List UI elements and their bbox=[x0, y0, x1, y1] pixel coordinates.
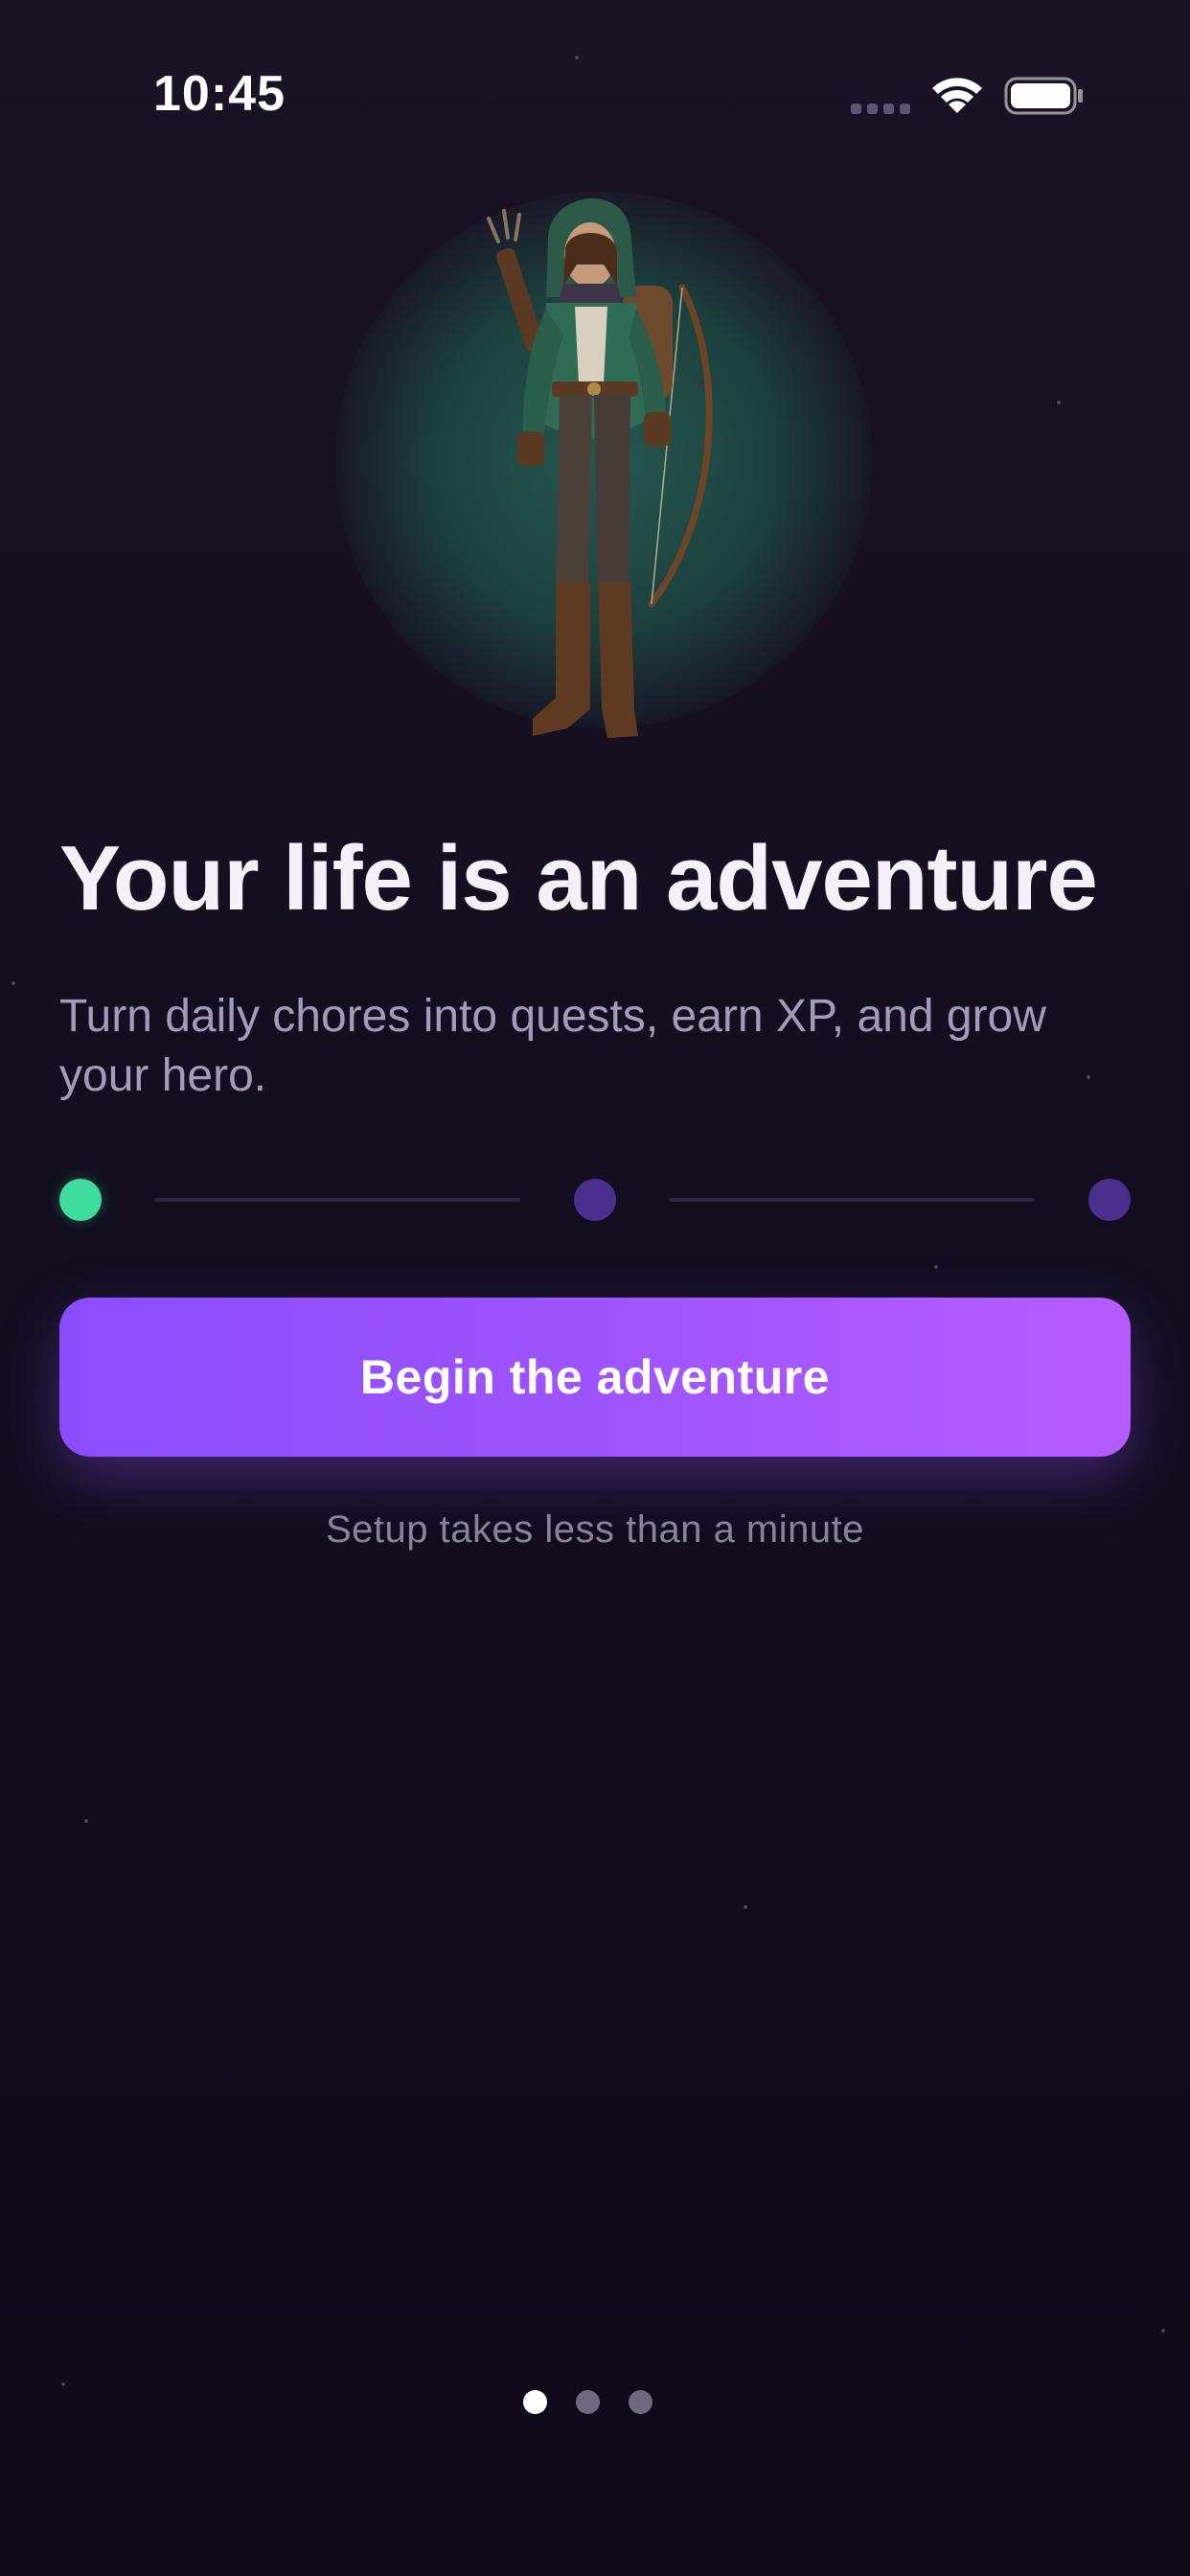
ranger-hero-illustration bbox=[487, 198, 713, 738]
background-star bbox=[61, 2382, 65, 2386]
step-connector bbox=[154, 1198, 520, 1202]
setup-hint: Setup takes less than a minute bbox=[326, 1508, 864, 1551]
background-star bbox=[934, 1265, 938, 1269]
background-star bbox=[744, 1905, 747, 1909]
battery-icon bbox=[1004, 77, 1083, 115]
wifi-icon bbox=[932, 78, 982, 113]
page-dot-1[interactable] bbox=[523, 2390, 547, 2414]
step-progress bbox=[59, 1179, 1131, 1221]
background-star bbox=[1161, 2329, 1165, 2333]
onboarding-screen: 10:45 Your life is an adventure Turn dai… bbox=[0, 0, 1190, 2576]
page-dot-2[interactable] bbox=[576, 2390, 600, 2414]
status-time: 10:45 bbox=[153, 66, 286, 122]
step-dot-1 bbox=[59, 1179, 102, 1221]
background-star bbox=[1057, 401, 1061, 404]
background-star bbox=[11, 981, 15, 985]
page-dot-3[interactable] bbox=[629, 2390, 652, 2414]
step-dot-2 bbox=[574, 1179, 616, 1221]
background-star bbox=[84, 1819, 88, 1823]
begin-adventure-label: Begin the adventure bbox=[359, 1350, 831, 1404]
onboarding-title: Your life is an adventure bbox=[59, 827, 1098, 930]
onboarding-subtitle: Turn daily chores into quests, earn XP, … bbox=[59, 991, 1046, 1101]
step-dot-3 bbox=[1088, 1179, 1131, 1221]
hero-illustration bbox=[297, 163, 893, 767]
cellular-signal-icon bbox=[851, 104, 912, 115]
step-connector bbox=[669, 1198, 1035, 1202]
begin-adventure-button[interactable]: Begin the adventure bbox=[59, 1298, 1131, 1457]
page-indicator bbox=[523, 2390, 667, 2415]
